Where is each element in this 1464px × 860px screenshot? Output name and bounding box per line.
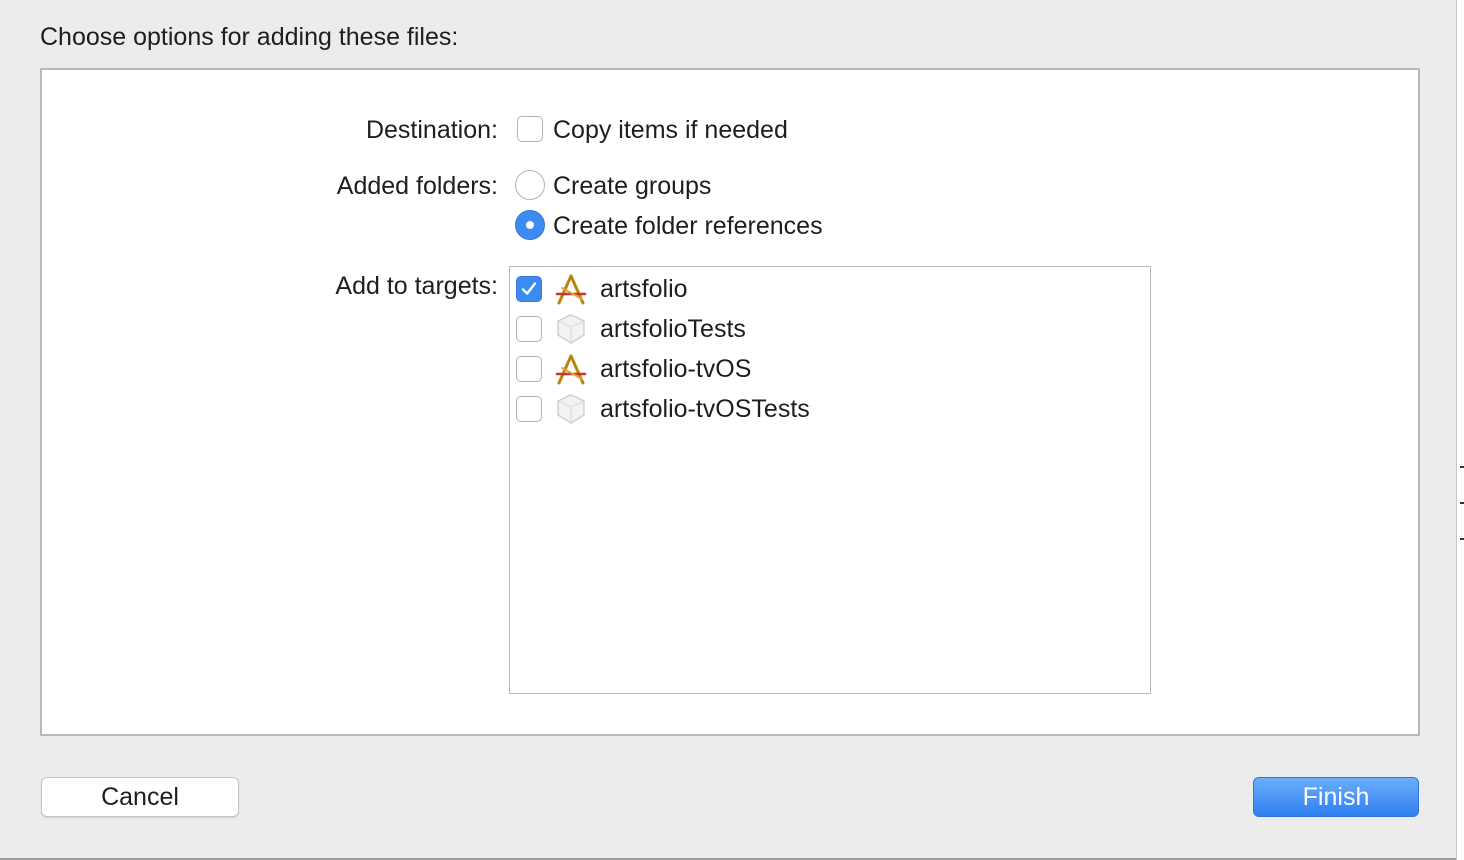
options-panel: Destination: Copy items if needed Added … xyxy=(40,68,1420,736)
add-files-dialog: Choose options for adding these files: D… xyxy=(0,0,1456,858)
target-row[interactable]: artsfolio xyxy=(510,269,1148,309)
target-name: artsfolio-tvOS xyxy=(600,355,752,383)
copy-items-checkbox[interactable] xyxy=(517,116,543,142)
target-checkbox[interactable] xyxy=(516,356,542,382)
checkmark-icon xyxy=(521,282,537,295)
create-folder-references-radio[interactable] xyxy=(515,210,545,240)
targets-list[interactable]: artsfolio artsfolioTests artsfolio-tvOS … xyxy=(509,266,1151,694)
target-name: artsfolio xyxy=(600,275,688,303)
divider-mark xyxy=(1460,466,1464,468)
target-checkbox[interactable] xyxy=(516,396,542,422)
copy-items-label[interactable]: Copy items if needed xyxy=(553,115,788,145)
divider-mark xyxy=(1460,502,1464,504)
radio-selected-dot xyxy=(525,220,534,229)
divider-mark xyxy=(1460,538,1464,540)
target-name: artsfolioTests xyxy=(600,315,746,343)
cancel-button[interactable]: Cancel xyxy=(41,777,239,817)
target-checkbox[interactable] xyxy=(516,316,542,342)
target-row[interactable]: artsfolio-tvOS xyxy=(510,349,1148,389)
background-window-edge xyxy=(1456,0,1464,860)
test-bundle-icon xyxy=(557,314,585,344)
add-to-targets-label: Add to targets: xyxy=(335,272,498,300)
finish-button[interactable]: Finish xyxy=(1253,777,1419,817)
test-bundle-icon xyxy=(557,394,585,424)
create-groups-radio[interactable] xyxy=(515,170,545,200)
dialog-heading: Choose options for adding these files: xyxy=(40,23,459,51)
create-groups-label[interactable]: Create groups xyxy=(553,171,711,201)
added-folders-label: Added folders: xyxy=(336,172,498,200)
target-row[interactable]: artsfolioTests xyxy=(510,309,1148,349)
target-name: artsfolio-tvOSTests xyxy=(600,395,810,423)
app-target-icon xyxy=(555,274,587,305)
destination-label: Destination: xyxy=(365,116,498,144)
target-checkbox[interactable] xyxy=(516,276,542,302)
app-target-icon xyxy=(555,354,587,385)
target-row[interactable]: artsfolio-tvOSTests xyxy=(510,389,1148,429)
create-folder-references-label[interactable]: Create folder references xyxy=(553,211,823,241)
